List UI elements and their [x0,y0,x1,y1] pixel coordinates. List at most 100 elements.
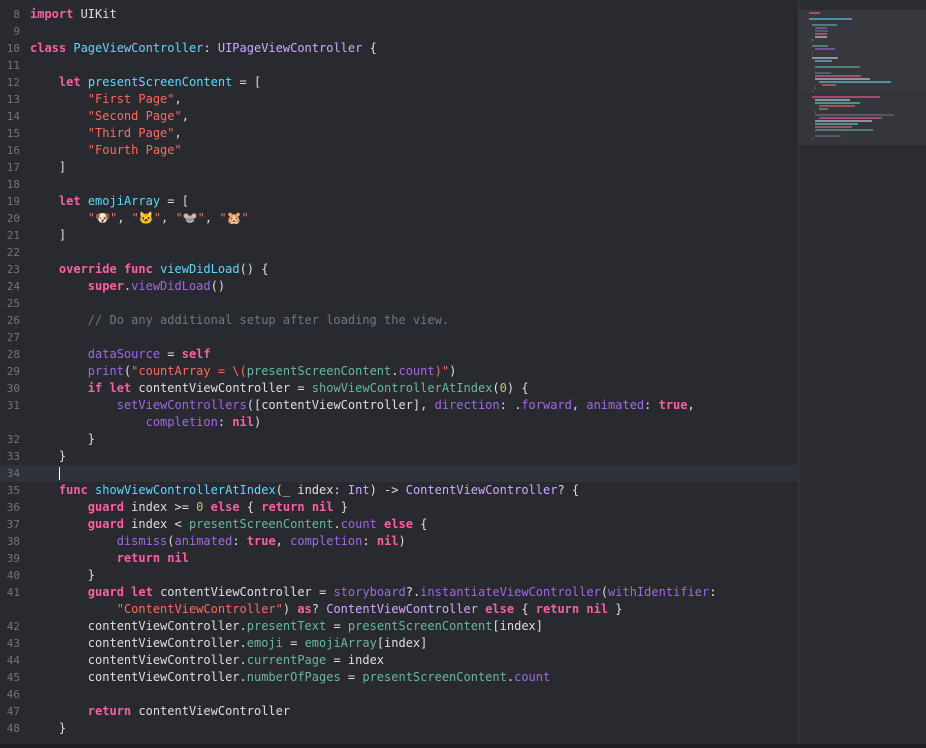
code-text[interactable]: guard index >= 0 else { return nil } [30,499,348,516]
code-line[interactable]: 28 dataSource = self [0,346,798,363]
code-line[interactable]: 40 } [0,567,798,584]
code-line[interactable]: 37 guard index < presentScreenContent.co… [0,516,798,533]
code-line[interactable]: 45 contentViewController.numberOfPages =… [0,669,798,686]
code-text[interactable]: let emojiArray = [ [30,193,189,210]
minimap-line [815,126,853,128]
code-line[interactable]: 10 class PageViewController: UIPageViewCo… [0,40,798,57]
code-line[interactable]: 16 "Fourth Page" [0,142,798,159]
code-line[interactable]: 34 [0,465,798,482]
code-line[interactable]: 12 let presentScreenContent = [ [0,74,798,91]
code-text[interactable]: } [30,431,95,448]
code-line[interactable]: 20 "🐶", "🐱", "🐭", "🐹" [0,210,798,227]
code-line[interactable]: 39 return nil [0,550,798,567]
code-text[interactable]: override func viewDidLoad() { [30,261,269,278]
minimap-line [815,66,861,68]
code-text[interactable]: "First Page", [30,91,182,108]
code-line[interactable]: 42 contentViewController.presentText = p… [0,618,798,635]
code-line[interactable]: 38 dismiss(animated: true, completion: n… [0,533,798,550]
code-line[interactable]: 19 let emojiArray = [ [0,193,798,210]
code-line[interactable]: 24 super.viewDidLoad() [0,278,798,295]
minimap-line [812,39,814,41]
code-text[interactable]: contentViewController.presentText = pres… [30,618,543,635]
code-line[interactable]: 17 ] [0,159,798,176]
code-line[interactable]: 15 "Third Page", [0,125,798,142]
code-text[interactable]: return contentViewController [30,703,290,720]
code-text[interactable]: contentViewController.emoji = emojiArray… [30,635,428,652]
minimap-line [815,72,831,74]
code-text[interactable]: } [30,567,95,584]
code-line[interactable]: 33 } [0,448,798,465]
code-line[interactable]: 36 guard index >= 0 else { return nil } [0,499,798,516]
code-text[interactable]: "🐶", "🐱", "🐭", "🐹" [30,210,249,227]
line-number: 19 [6,195,20,208]
code-line[interactable]: 23 override func viewDidLoad() { [0,261,798,278]
code-line[interactable]: 30 if let contentViewController = showVi… [0,380,798,397]
code-text[interactable]: dismiss(animated: true, completion: nil) [30,533,406,550]
minimap-line [815,36,828,38]
horizontal-scrollbar[interactable] [0,744,926,748]
code-line[interactable]: 44 contentViewController.currentPage = i… [0,652,798,669]
code-text[interactable]: "ContentViewController") as? ContentView… [30,601,623,618]
code-line[interactable]: 32 } [0,431,798,448]
minimap[interactable] [798,0,926,744]
code-text[interactable]: import UIKit [30,6,117,23]
minimap-line [815,87,817,89]
line-number: 44 [6,654,20,667]
code-text[interactable]: if let contentViewController = showViewC… [30,380,529,397]
code-line[interactable]: 22 [0,244,798,261]
code-line[interactable]: 9 [0,23,798,40]
code-line[interactable]: 25 [0,295,798,312]
minimap-line [812,24,838,26]
code-line[interactable]: 8 import UIKit [0,6,798,23]
code-line[interactable]: 48 } [0,720,798,737]
code-line[interactable]: 14 "Second Page", [0,108,798,125]
code-text[interactable]: guard let contentViewController = storyb… [30,584,717,601]
line-number: 30 [6,382,20,395]
line-number: 15 [6,127,20,140]
code-text[interactable]: } [30,720,66,737]
code-text[interactable]: print("countArray = \(presentScreenConte… [30,363,457,380]
code-text[interactable]: class PageViewController: UIPageViewCont… [30,40,377,57]
code-text[interactable]: "Fourth Page" [30,142,182,159]
code-line[interactable]: 31 setViewControllers([contentViewContro… [0,397,798,414]
code-line[interactable]: 11 [0,57,798,74]
code-line[interactable]: 43 contentViewController.emoji = emojiAr… [0,635,798,652]
code-text[interactable]: func showViewControllerAtIndex(_ index: … [30,482,579,499]
code-text[interactable]: contentViewController.numberOfPages = pr… [30,669,550,686]
code-text[interactable]: } [30,448,66,465]
code-line[interactable]: 18 [0,176,798,193]
code-text[interactable]: "Third Page", [30,125,182,142]
code-line[interactable]: 29 print("countArray = \(presentScreenCo… [0,363,798,380]
code-line[interactable]: "ContentViewController") as? ContentView… [0,601,798,618]
minimap-line [815,120,873,122]
line-number: 11 [6,59,20,72]
code-line[interactable]: 46 [0,686,798,703]
code-text[interactable]: contentViewController.currentPage = inde… [30,652,384,669]
code-text[interactable]: completion: nil) [30,414,262,431]
code-text[interactable] [30,465,60,482]
code-text[interactable]: setViewControllers([contentViewControlle… [30,397,695,414]
code-line[interactable]: 27 [0,329,798,346]
line-number: 28 [6,348,20,361]
code-text[interactable]: super.viewDidLoad() [30,278,225,295]
line-number: 29 [6,365,20,378]
code-editor[interactable]: 8 import UIKit 9 10 class PageViewController… [0,0,798,744]
minimap-line [815,33,828,35]
line-number: 9 [13,25,20,38]
code-text[interactable]: ] [30,227,66,244]
code-text[interactable]: ] [30,159,66,176]
code-text[interactable]: guard index < presentScreenContent.count… [30,516,428,533]
line-number: 16 [6,144,20,157]
code-line[interactable]: 26 // Do any additional setup after load… [0,312,798,329]
code-line[interactable]: 41 guard let contentViewController = sto… [0,584,798,601]
code-line[interactable]: completion: nil) [0,414,798,431]
code-line[interactable]: 21 ] [0,227,798,244]
code-line[interactable]: 13 "First Page", [0,91,798,108]
code-text[interactable]: let presentScreenContent = [ [30,74,261,91]
code-text[interactable]: dataSource = self [30,346,211,363]
code-text[interactable]: "Second Page", [30,108,189,125]
code-text[interactable]: // Do any additional setup after loading… [30,312,449,329]
code-line[interactable]: 47 return contentViewController [0,703,798,720]
code-line[interactable]: 35 func showViewControllerAtIndex(_ inde… [0,482,798,499]
code-text[interactable]: return nil [30,550,189,567]
